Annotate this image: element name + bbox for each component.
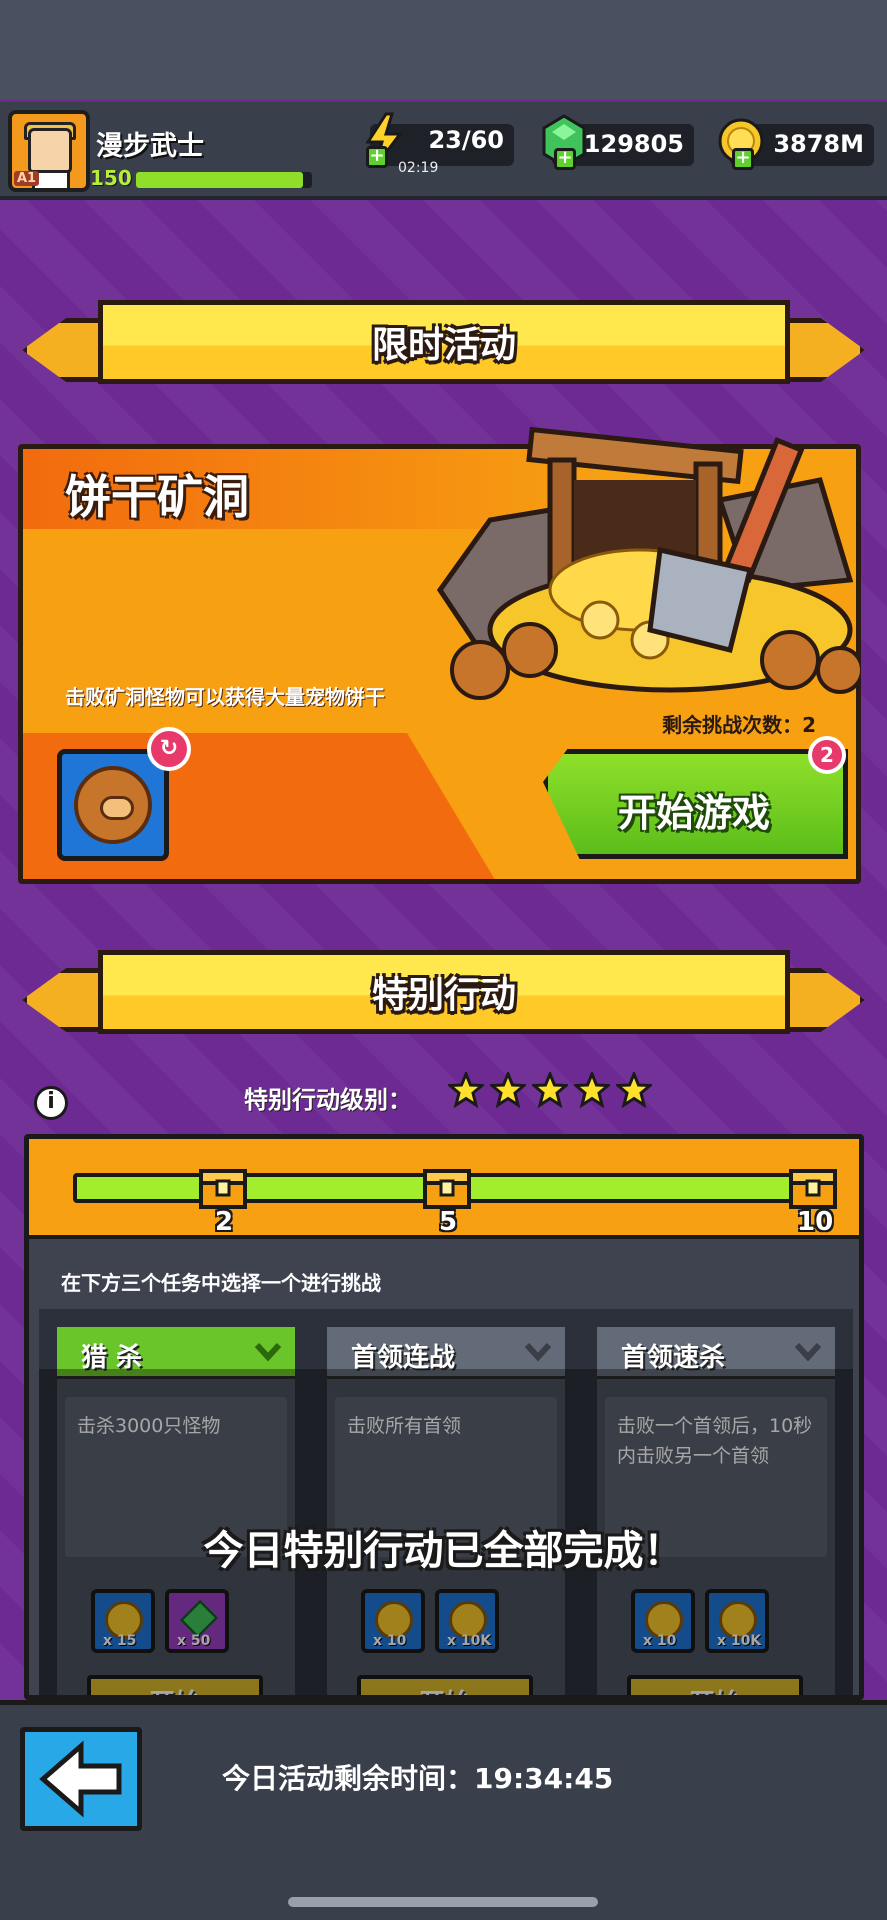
banner-plate: 限时活动: [98, 300, 790, 384]
avatar-face: [28, 128, 72, 174]
chest-icon[interactable]: [787, 1161, 839, 1213]
back-button[interactable]: [20, 1727, 142, 1831]
info-icon[interactable]: i: [34, 1086, 68, 1120]
coin-counter[interactable]: + 3878M: [718, 118, 874, 170]
energy-plus-icon[interactable]: +: [366, 146, 388, 168]
status-bar: [0, 0, 887, 100]
task-list: 猎 杀 击杀3000只怪物 x 15 x 50 开始 首领连战 击败所有首领 x…: [39, 1309, 853, 1695]
ops-instruction: 在下方三个任务中选择一个进行挑战: [61, 1271, 381, 1295]
start-game-badge: 2: [808, 736, 846, 774]
player-level: 150: [90, 166, 132, 190]
player-name: 漫步武士: [96, 131, 204, 162]
star-icon: [490, 1072, 526, 1108]
cookie-icon: [74, 766, 152, 844]
special-ops-level-label: 特别行动级别：: [244, 1086, 412, 1114]
event-description: 击败矿洞怪物可以获得大量宠物饼干: [65, 685, 385, 709]
gem-value: 129805: [583, 130, 684, 158]
all-completed-message: 今日特别行动已全部完成！: [203, 1528, 684, 1574]
coin-value: 3878M: [773, 130, 864, 158]
remaining-time: 今日活动剩余时间：19:34:45: [222, 1762, 614, 1795]
gem-plus-icon[interactable]: +: [554, 148, 576, 170]
coin-plus-icon[interactable]: +: [732, 148, 754, 170]
event-name: 饼干矿洞: [65, 470, 249, 524]
energy-timer: 02:19: [398, 160, 439, 176]
milestone-label: 5: [439, 1207, 458, 1237]
special-ops-banner: 特别行动: [22, 940, 865, 1048]
special-ops-stars: [448, 1072, 652, 1108]
player-avatar[interactable]: A1: [8, 110, 90, 192]
chevron-down-icon: [254, 1342, 282, 1362]
cookie-reward-slot[interactable]: [57, 749, 169, 861]
mine-illustration: [436, 426, 860, 700]
xp-bar-fill: [136, 172, 304, 188]
milestone-label: 10: [797, 1207, 834, 1237]
gem-counter[interactable]: + 129805: [542, 114, 694, 170]
star-icon: [532, 1072, 568, 1108]
special-ops-title: 特别行动: [371, 975, 516, 1016]
limited-event-banner: 限时活动: [22, 290, 865, 398]
ops-progress-area: 2 5 10: [29, 1139, 859, 1239]
refresh-icon[interactable]: ↻: [147, 727, 191, 771]
energy-value: 23/60: [428, 126, 504, 154]
limited-event-title: 限时活动: [371, 325, 516, 366]
xp-bar: [136, 172, 312, 188]
start-game-label: 开始游戏: [618, 791, 771, 835]
chest-icon[interactable]: [197, 1161, 249, 1213]
chevron-down-icon: [524, 1342, 552, 1362]
rank-badge: A1: [14, 171, 40, 186]
special-ops-panel: 2 5 10 在下方三个任务中选择一个进行挑战 猎 杀 击杀3000只怪物 x …: [24, 1134, 864, 1700]
bottom-bar: 今日活动剩余时间：19:34:45: [0, 1700, 887, 1920]
star-icon: [574, 1072, 610, 1108]
start-game-button[interactable]: 开始游戏: [543, 749, 848, 859]
star-icon: [616, 1072, 652, 1108]
banner-plate: 特别行动: [98, 950, 790, 1034]
energy-counter[interactable]: + 23/60: [365, 112, 514, 168]
chevron-down-icon: [794, 1342, 822, 1362]
back-arrow-icon: [39, 1740, 122, 1818]
milestone-label: 2: [215, 1207, 234, 1237]
chest-icon[interactable]: [421, 1161, 473, 1213]
home-indicator[interactable]: [288, 1897, 598, 1907]
star-icon: [448, 1072, 484, 1108]
top-hud: A1 漫步武士 150 + 23/60 02:19 + 129805 + 387…: [0, 102, 887, 200]
